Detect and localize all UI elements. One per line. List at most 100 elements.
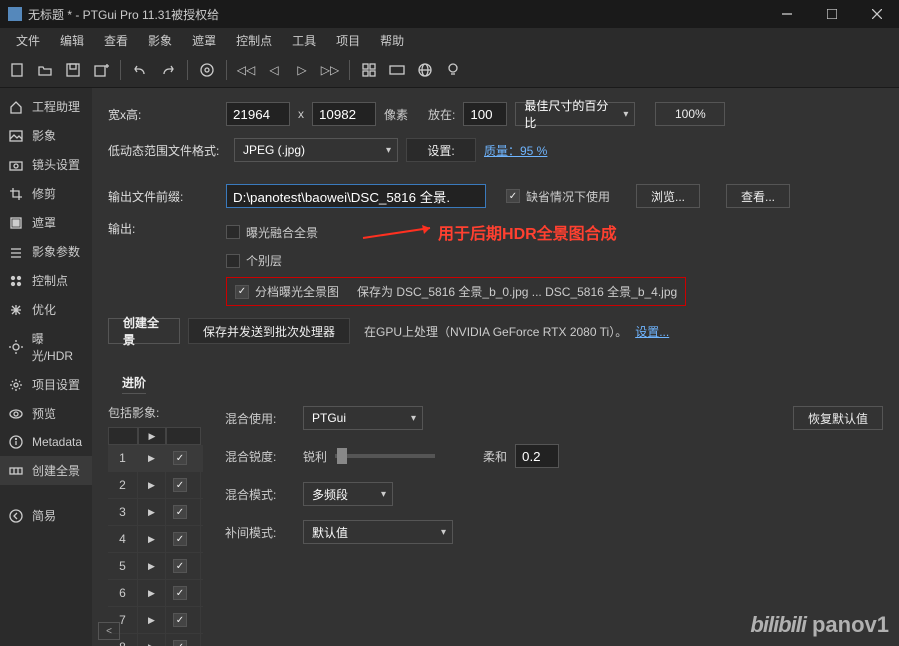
layers-checkbox[interactable] [226,254,240,268]
sidebar-item-imageparams[interactable]: 影象参数 [0,237,92,266]
skip-forward-icon[interactable]: ▷▷ [321,61,339,79]
play-icon[interactable]: ▶ [138,526,166,552]
width-input[interactable] [226,102,290,126]
close-button[interactable] [854,0,899,28]
row-checkbox[interactable] [166,553,201,579]
play-icon[interactable]: ▶ [138,607,166,633]
lightbulb-icon[interactable] [444,61,462,79]
row-checkbox[interactable] [166,499,201,525]
minimize-button[interactable] [764,0,809,28]
grid-icon[interactable] [360,61,378,79]
globe-icon[interactable] [416,61,434,79]
table-row[interactable]: 3▶ [108,499,203,526]
row-checkbox[interactable] [166,634,201,646]
bracketed-label: 分档曝光全景图 [255,283,339,300]
scale-input[interactable] [463,102,507,126]
open-icon[interactable] [36,61,54,79]
menu-file[interactable]: 文件 [8,30,48,51]
restore-defaults-button[interactable]: 恢复默认值 [793,406,883,430]
blend-mode-select[interactable]: 多频段 [303,482,393,506]
table-row[interactable]: 6▶ [108,580,203,607]
fill-mode-select[interactable]: 默认值 [303,520,453,544]
hundred-percent-button[interactable]: 100% [655,102,725,126]
table-row[interactable]: 5▶ [108,553,203,580]
play-icon[interactable]: ▶ [138,580,166,606]
table-row[interactable]: 1▶ [108,445,203,472]
sidebar-item-preview[interactable]: 预览 [0,399,92,428]
row-checkbox[interactable] [166,607,201,633]
sidebar-item-optimize[interactable]: 优化 [0,295,92,324]
quality-link[interactable]: 质量：95 % [484,142,547,159]
prefix-label: 输出文件前缀: [108,188,218,205]
play-icon[interactable]: ▶ [138,634,166,646]
create-panorama-button[interactable]: 创建全景 [108,318,180,344]
new-icon[interactable] [8,61,26,79]
play-icon[interactable]: ▶ [138,472,166,498]
table-row[interactable]: 2▶ [108,472,203,499]
sharpness-slider[interactable] [335,454,435,458]
fit-select[interactable]: 最佳尺寸的百分比 [515,102,635,126]
sidebar-item-controlpoints[interactable]: 控制点 [0,266,92,295]
output-label: 输出: [108,220,218,237]
settings-icon[interactable] [198,61,216,79]
bracketed-checkbox[interactable] [235,285,249,299]
prefix-input[interactable] [226,184,486,208]
sidebar-item-projectsettings[interactable]: 项目设置 [0,370,92,399]
sidebar-item-assistant[interactable]: 工程助理 [0,92,92,121]
sidebar-item-mask[interactable]: 遮罩 [0,208,92,237]
skip-back-icon[interactable]: ◁◁ [237,61,255,79]
next-icon[interactable]: ▷ [293,61,311,79]
sidebar: 工程助理 影象 镜头设置 修剪 遮罩 影象参数 控制点 优化 曝光/HDR 项目… [0,88,92,646]
gear-icon [8,377,24,393]
sidebar-item-metadata[interactable]: Metadata [0,428,92,456]
prev-icon[interactable]: ◁ [265,61,283,79]
height-input[interactable] [312,102,376,126]
blend-using-select[interactable]: PTGui [303,406,423,430]
view-button[interactable]: 查看... [726,184,790,208]
batch-button[interactable]: 保存并发送到批次处理器 [188,318,350,344]
menu-image[interactable]: 影象 [140,30,180,51]
row-checkbox[interactable] [166,580,201,606]
fused-checkbox[interactable] [226,225,240,239]
play-icon[interactable]: ▶ [138,445,166,471]
menu-help[interactable]: 帮助 [372,30,412,51]
sidebar-item-images[interactable]: 影象 [0,121,92,150]
redo-icon[interactable] [159,61,177,79]
row-checkbox[interactable] [166,445,201,471]
sharpness-label: 混合锐度: [225,448,295,465]
browse-button[interactable]: 浏览... [636,184,700,208]
maximize-button[interactable] [809,0,854,28]
advanced-options: 混合使用: PTGui 恢复默认值 混合锐度: 锐利 柔和 混合模式: 多频段 [225,404,883,544]
collapse-button[interactable]: < [98,622,120,640]
table-row[interactable]: 4▶ [108,526,203,553]
sidebar-item-createpanorama[interactable]: 创建全景 [0,456,92,485]
save-icon[interactable] [64,61,82,79]
add-icon[interactable] [92,61,110,79]
use-default-checkbox[interactable] [506,189,520,203]
menu-view[interactable]: 查看 [96,30,136,51]
panorama-icon[interactable] [388,61,406,79]
menu-edit[interactable]: 编辑 [52,30,92,51]
menu-mask[interactable]: 遮罩 [184,30,224,51]
menu-tools[interactable]: 工具 [284,30,324,51]
format-settings-button[interactable]: 设置: [406,138,476,162]
row-checkbox[interactable] [166,526,201,552]
sidebar-item-crop[interactable]: 修剪 [0,179,92,208]
play-icon[interactable]: ▶ [138,499,166,525]
app-icon [8,7,22,21]
undo-icon[interactable] [131,61,149,79]
menu-project[interactable]: 项目 [328,30,368,51]
watermark: bilibili panov1 [750,612,889,638]
sidebar-item-exposure[interactable]: 曝光/HDR [0,324,92,370]
row-checkbox[interactable] [166,472,201,498]
sidebar-item-lens[interactable]: 镜头设置 [0,150,92,179]
titlebar: 无标题 * - PTGui Pro 11.31被授权给 [0,0,899,28]
table-row[interactable]: 8▶ [108,634,203,646]
play-icon[interactable]: ▶ [138,553,166,579]
table-row[interactable]: 7▶ [108,607,203,634]
soft-value-input[interactable] [515,444,559,468]
gpu-settings-link[interactable]: 设置... [635,323,669,340]
sidebar-item-simple[interactable]: 简易 [0,501,92,530]
format-select[interactable]: JPEG (.jpg) [234,138,398,162]
menu-controlpoints[interactable]: 控制点 [228,30,280,51]
